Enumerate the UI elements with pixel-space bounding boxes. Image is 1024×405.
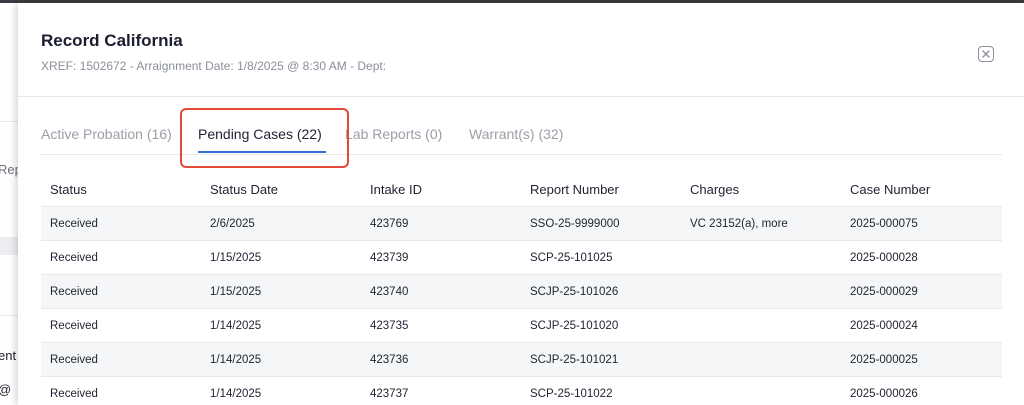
column-header-report-number[interactable]: Report Number <box>530 182 619 197</box>
cell-status-date: 1/14/2025 <box>210 354 262 366</box>
cell-case-number: 2025-000075 <box>850 218 918 230</box>
background-text-rep: Rep <box>0 162 18 177</box>
pending-cases-table: Status Status Date Intake ID Report Numb… <box>41 171 1002 405</box>
cell-intake-id: 423735 <box>370 320 409 332</box>
tab-warrants[interactable]: Warrant(s) (32) <box>469 126 563 142</box>
record-tabs: Active Probation (16) Pending Cases (22)… <box>41 121 1002 155</box>
cell-report-number: SSO-25-9999000 <box>530 218 620 230</box>
cell-status: Received <box>50 388 98 400</box>
modal-title: Record California <box>41 31 183 50</box>
cell-intake-id: 423736 <box>370 354 409 366</box>
table-row[interactable]: Received 1/14/2025 423737 SCP-25-101022 … <box>41 377 1002 405</box>
close-icon[interactable] <box>978 46 994 62</box>
cell-status-date: 2/6/2025 <box>210 218 255 230</box>
cell-status: Received <box>50 252 98 264</box>
cell-case-number: 2025-000025 <box>850 354 918 366</box>
cell-case-number: 2025-000029 <box>850 286 918 298</box>
column-header-charges[interactable]: Charges <box>690 182 739 197</box>
table-row[interactable]: Received 1/15/2025 423739 SCP-25-101025 … <box>41 241 1002 275</box>
cell-intake-id: 423737 <box>370 388 409 400</box>
column-header-case-number[interactable]: Case Number <box>850 182 930 197</box>
tab-lab-reports[interactable]: Lab Reports (0) <box>345 126 442 142</box>
background-text-ent: ent <box>0 348 17 363</box>
background-row <box>0 237 18 255</box>
cell-charges: VC 23152(a), more <box>690 218 788 230</box>
modal-subtitle: XREF: 1502672 - Arraignment Date: 1/8/20… <box>41 59 387 73</box>
table-row[interactable]: Received 1/15/2025 423740 SCJP-25-101026… <box>41 275 1002 309</box>
column-header-intake-id[interactable]: Intake ID <box>370 182 422 197</box>
column-header-status-date[interactable]: Status Date <box>210 182 278 197</box>
record-modal: Record California XREF: 1502672 - Arraig… <box>18 3 1024 405</box>
table-header: Status Status Date Intake ID Report Numb… <box>41 171 1002 207</box>
cell-report-number: SCJP-25-101026 <box>530 286 619 298</box>
cell-status: Received <box>50 218 98 230</box>
cell-status-date: 1/15/2025 <box>210 252 262 264</box>
cell-case-number: 2025-000028 <box>850 252 918 264</box>
table-row[interactable]: Received 2/6/2025 423769 SSO-25-9999000 … <box>41 207 1002 241</box>
cell-status-date: 1/14/2025 <box>210 388 262 400</box>
cell-status-date: 1/14/2025 <box>210 320 262 332</box>
cell-status: Received <box>50 354 98 366</box>
cell-report-number: SCP-25-101022 <box>530 388 613 400</box>
cell-report-number: SCJP-25-101020 <box>530 320 619 332</box>
cell-status: Received <box>50 320 98 332</box>
cell-status: Received <box>50 286 98 298</box>
cell-report-number: SCP-25-101025 <box>530 252 613 264</box>
background-divider <box>0 315 18 316</box>
background-text-at: @ <box>0 382 11 397</box>
tab-active-probation[interactable]: Active Probation (16) <box>41 126 172 142</box>
close-x-glyph <box>982 50 990 58</box>
cell-intake-id: 423740 <box>370 286 409 298</box>
modal-header: Record California XREF: 1502672 - Arraig… <box>18 3 1024 97</box>
active-tab-underline <box>198 151 326 153</box>
table-row[interactable]: Received 1/14/2025 423736 SCJP-25-101021… <box>41 343 1002 377</box>
background-page: Rep ent @ <box>0 3 18 405</box>
cell-case-number: 2025-000026 <box>850 388 918 400</box>
tab-pending-cases[interactable]: Pending Cases (22) <box>198 126 322 142</box>
cell-case-number: 2025-000024 <box>850 320 918 332</box>
cell-report-number: SCJP-25-101021 <box>530 354 619 366</box>
cell-intake-id: 423769 <box>370 218 409 230</box>
column-header-status[interactable]: Status <box>50 182 87 197</box>
cell-intake-id: 423739 <box>370 252 409 264</box>
table-row[interactable]: Received 1/14/2025 423735 SCJP-25-101020… <box>41 309 1002 343</box>
background-divider <box>0 121 18 122</box>
cell-status-date: 1/15/2025 <box>210 286 262 298</box>
